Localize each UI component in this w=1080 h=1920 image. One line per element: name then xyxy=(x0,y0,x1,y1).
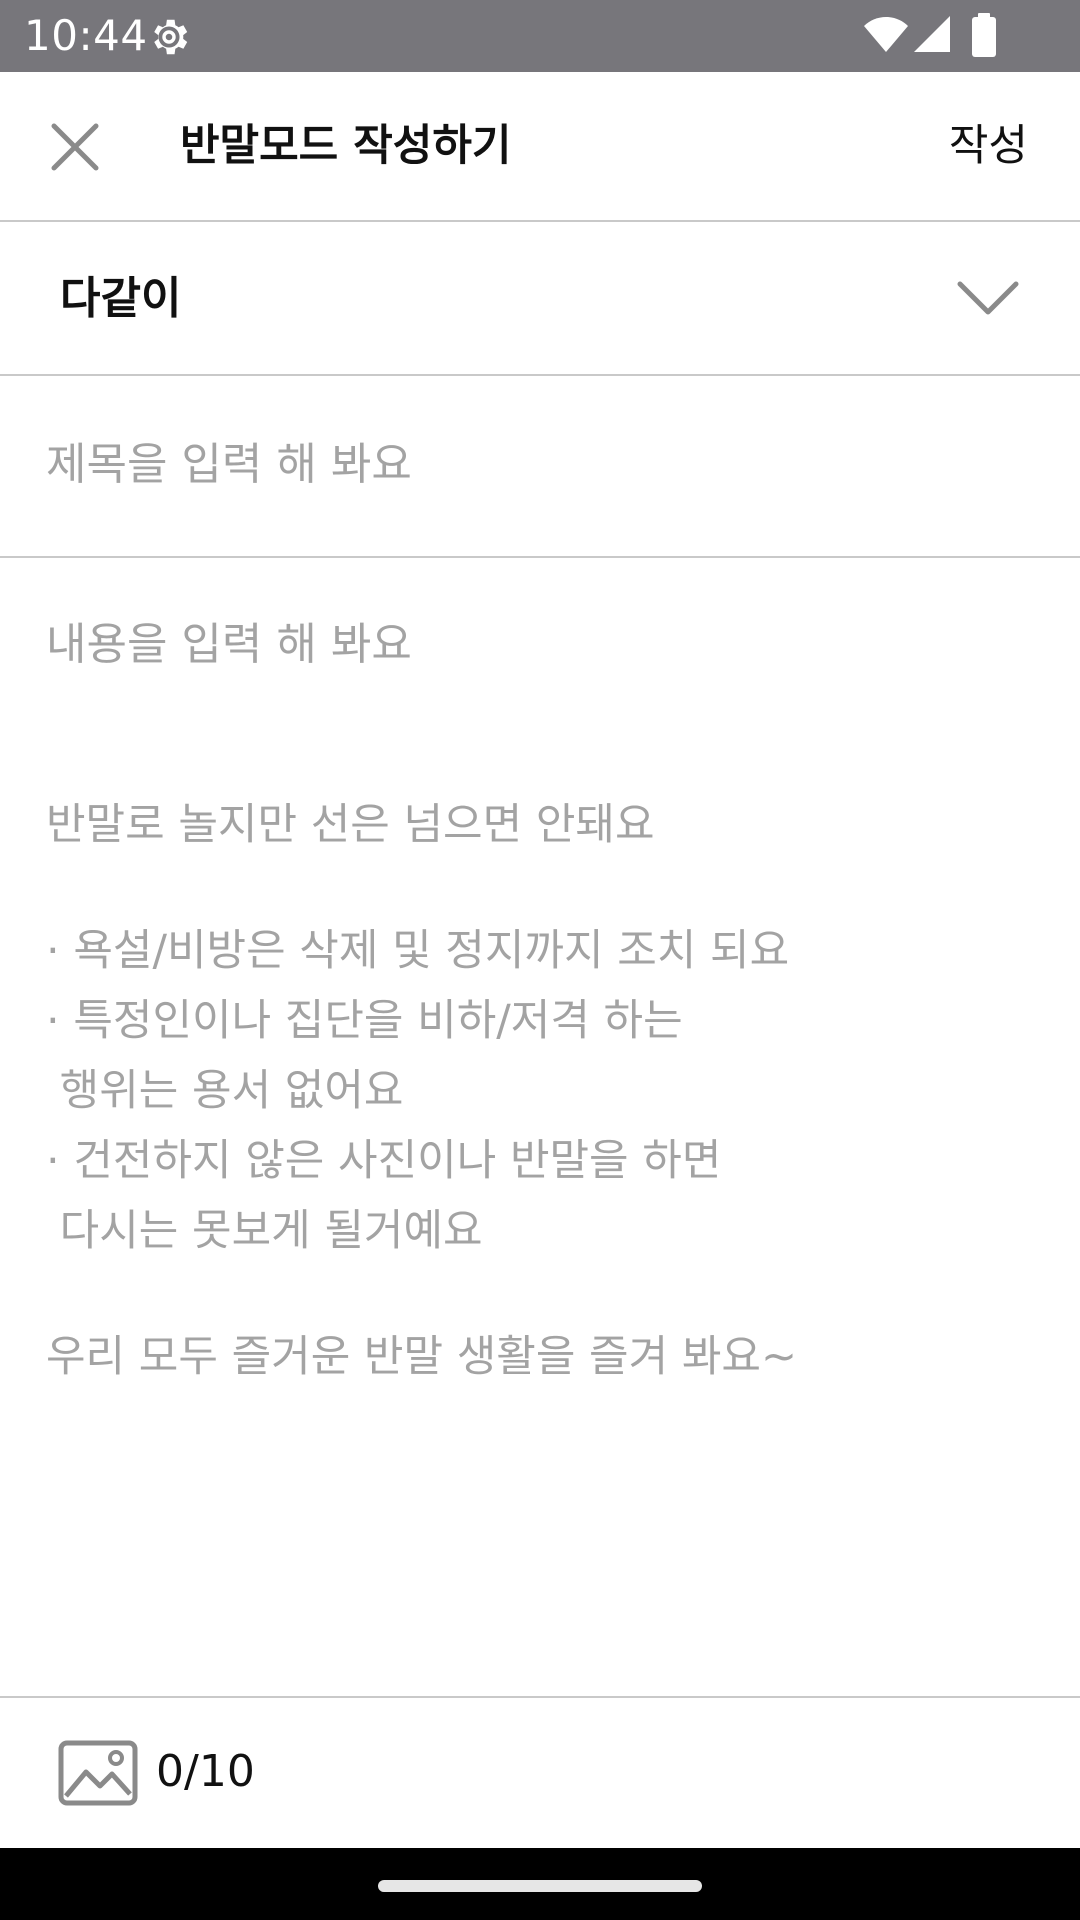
guide-rule-line: · 특정인이나 집단을 비하/저격 하는 xyxy=(46,996,683,1046)
status-bar: 10:44 xyxy=(0,0,1080,72)
guide-outro: 우리 모두 즐거운 반말 생활을 즐겨 봐요~ xyxy=(46,1332,797,1382)
wifi-icon xyxy=(864,17,908,52)
system-navigation-bar xyxy=(0,1848,1080,1920)
page-title: 반말모드 작성하기 xyxy=(180,121,512,171)
guide-rule-line: · 욕설/비방은 삭제 및 정지까지 조치 되요 xyxy=(46,926,790,976)
image-count: 0/10 xyxy=(156,1746,255,1797)
guide-intro: 반말로 놀지만 선은 넘으면 안돼요 xyxy=(46,800,655,850)
category-selected-label: 다같이 xyxy=(60,273,182,324)
attachment-toolbar: 0/10 xyxy=(0,1696,1080,1848)
gear-icon xyxy=(154,19,188,55)
category-dropdown[interactable]: 다같이 xyxy=(0,222,1080,376)
battery-icon xyxy=(972,13,996,57)
close-icon[interactable] xyxy=(40,112,110,182)
submit-button[interactable]: 작성 xyxy=(949,120,1028,172)
title-field-row xyxy=(0,376,1080,558)
guide-rule-line: · 건전하지 않은 사진이나 반말을 하면 xyxy=(46,1136,722,1186)
status-time: 10:44 xyxy=(24,11,148,60)
guide-rules: · 욕설/비방은 삭제 및 정지까지 조치 되요 · 특정인이나 집단을 비하/… xyxy=(46,916,1036,1266)
home-gesture-handle[interactable] xyxy=(378,1880,702,1892)
chevron-down-icon xyxy=(957,281,1019,315)
guide-rule-line: 다시는 못보게 될거예요 xyxy=(46,1206,483,1256)
community-guidelines: 반말로 놀지만 선은 넘으면 안돼요 · 욕설/비방은 삭제 및 정지까지 조치… xyxy=(46,790,1036,1392)
title-input[interactable] xyxy=(46,434,1026,494)
compose-screen: 10:44 반말모드 작성하기 작성 다같이 제목을 입력 해 봐요 내용을 입… xyxy=(0,0,1080,1920)
app-header: 반말모드 작성하기 작성 xyxy=(0,72,1080,222)
guide-rule-line: 행위는 용서 없어요 xyxy=(46,1066,404,1116)
image-icon[interactable] xyxy=(58,1740,138,1806)
signal-icon xyxy=(914,16,950,52)
